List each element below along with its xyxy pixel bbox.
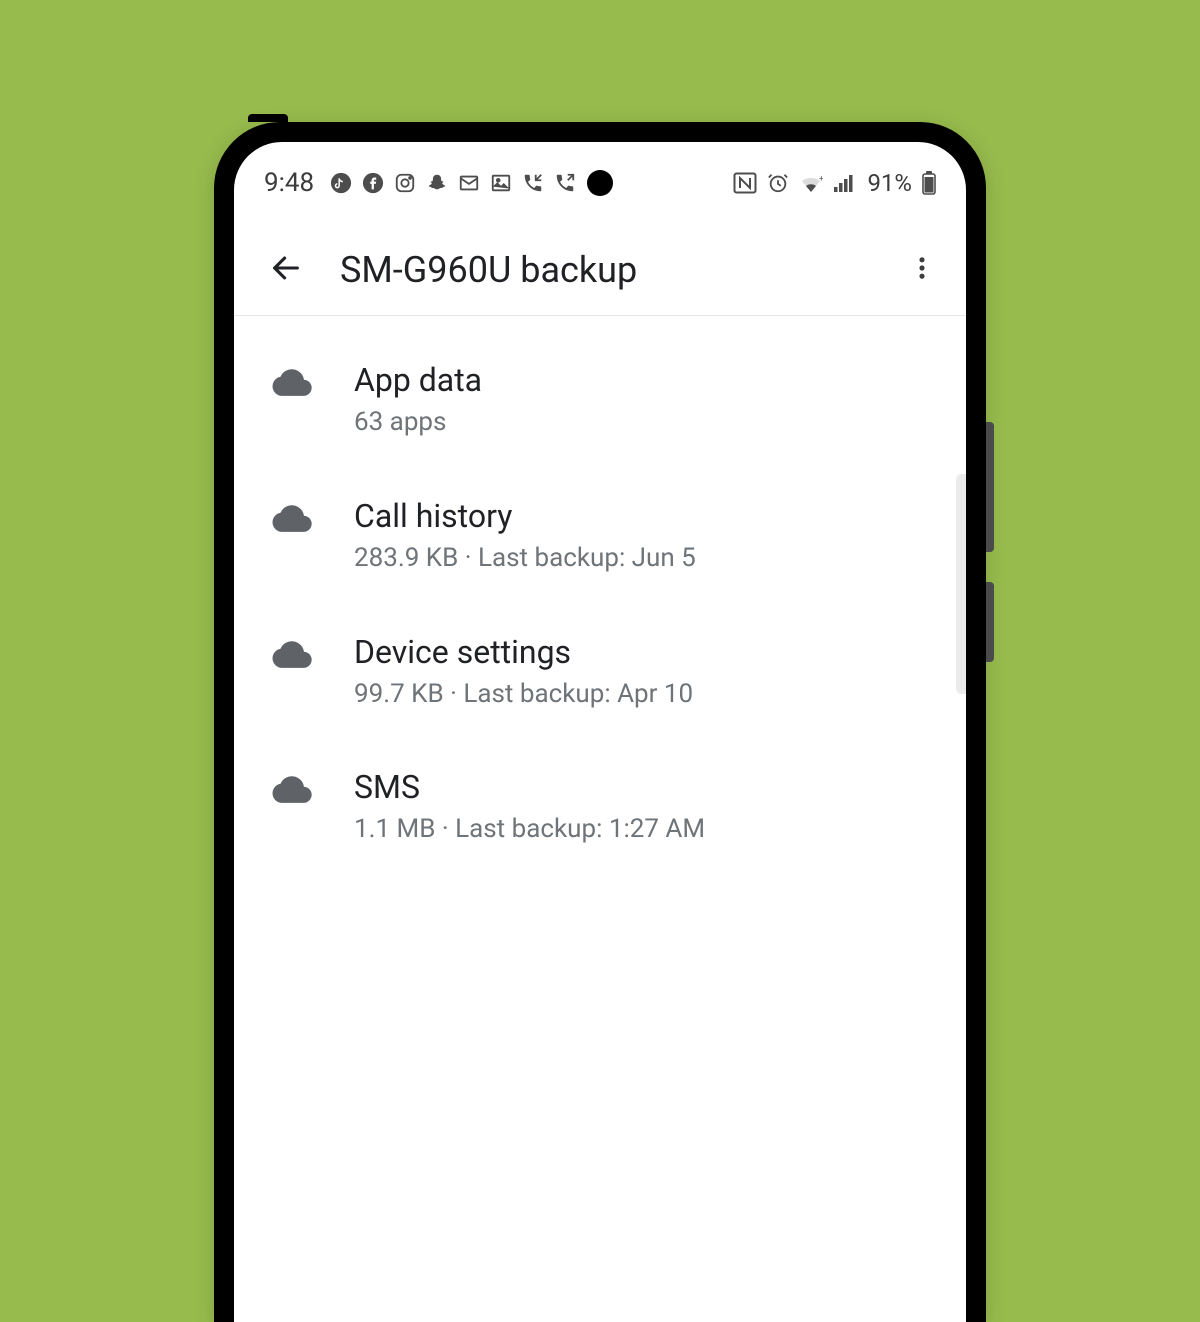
alarm-icon bbox=[767, 172, 789, 194]
more-options-button[interactable] bbox=[896, 244, 948, 296]
phone-side-button bbox=[986, 422, 994, 552]
call-out-icon bbox=[554, 172, 576, 194]
mail-icon bbox=[458, 172, 480, 194]
status-bar-left: 9:48 bbox=[264, 168, 576, 198]
phone-side-button bbox=[986, 582, 994, 662]
phone-frame: 9:48 + 91% bbox=[214, 122, 986, 1322]
snapchat-icon bbox=[426, 172, 448, 194]
back-button[interactable] bbox=[260, 244, 312, 296]
nfc-icon bbox=[733, 172, 757, 194]
signal-icon bbox=[833, 172, 855, 194]
battery-icon bbox=[922, 171, 936, 195]
item-title: App data bbox=[354, 360, 482, 400]
status-bar-right: + 91% bbox=[733, 169, 936, 197]
svg-text:+: + bbox=[819, 174, 823, 183]
item-title: Device settings bbox=[354, 632, 693, 672]
status-time: 9:48 bbox=[264, 168, 314, 198]
item-subtitle: 283.9 KB · Last backup: Jun 5 bbox=[354, 542, 696, 576]
item-title: Call history bbox=[354, 496, 696, 536]
cloud-icon bbox=[270, 366, 318, 400]
wifi-icon: + bbox=[799, 172, 823, 194]
phone-screen: 9:48 + 91% bbox=[234, 142, 966, 1322]
backup-list: App data 63 apps Call history 283.9 KB ·… bbox=[234, 316, 966, 875]
battery-percent: 91% bbox=[867, 169, 912, 197]
cloud-icon bbox=[270, 773, 318, 807]
list-item-app-data[interactable]: App data 63 apps bbox=[234, 332, 966, 468]
list-item-device-settings[interactable]: Device settings 99.7 KB · Last backup: A… bbox=[234, 604, 966, 740]
item-subtitle: 63 apps bbox=[354, 406, 482, 440]
cloud-icon bbox=[270, 638, 318, 672]
scrollbar-thumb[interactable] bbox=[956, 474, 966, 694]
page-title: SM-G960U backup bbox=[340, 249, 896, 291]
gallery-icon bbox=[490, 172, 512, 194]
arrow-left-icon bbox=[269, 251, 303, 289]
cloud-icon bbox=[270, 502, 318, 536]
instagram-icon bbox=[394, 172, 416, 194]
list-item-sms[interactable]: SMS 1.1 MB · Last backup: 1:27 AM bbox=[234, 739, 966, 875]
call-in-icon bbox=[522, 172, 544, 194]
item-subtitle: 1.1 MB · Last backup: 1:27 AM bbox=[354, 813, 705, 847]
facebook-icon bbox=[362, 172, 384, 194]
item-title: SMS bbox=[354, 767, 705, 807]
item-subtitle: 99.7 KB · Last backup: Apr 10 bbox=[354, 678, 693, 712]
app-bar: SM-G960U backup bbox=[234, 224, 966, 316]
phone-camera-cutout bbox=[587, 170, 613, 196]
more-vertical-icon bbox=[908, 254, 936, 286]
list-item-call-history[interactable]: Call history 283.9 KB · Last backup: Jun… bbox=[234, 468, 966, 604]
tiktok-icon bbox=[330, 172, 352, 194]
